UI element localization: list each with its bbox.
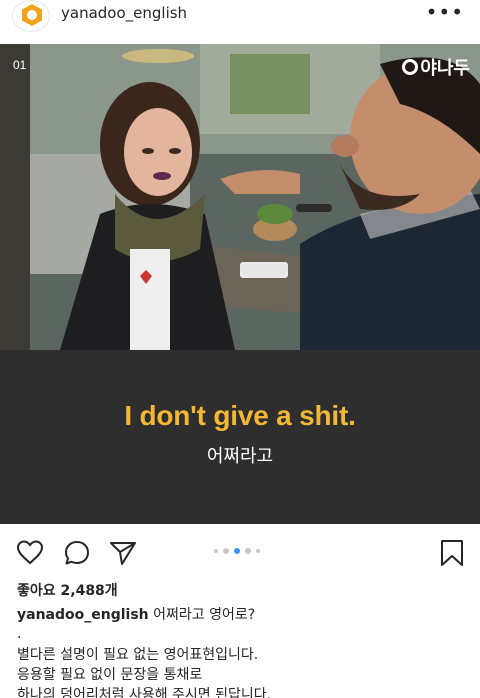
share-icon[interactable] [109, 539, 137, 567]
phrase-card: I don't give a shit. 어쩌라고 [0, 350, 480, 524]
caption-username[interactable]: yanadoo_english [17, 607, 149, 623]
more-options-icon[interactable]: ••• [426, 0, 464, 24]
photo-illustration [0, 44, 480, 350]
comment-icon[interactable] [63, 539, 91, 567]
brand-ring-icon [402, 59, 419, 75]
profile-avatar[interactable] [12, 0, 50, 32]
korean-phrase: 어쩌라고 [206, 446, 274, 467]
likes-count[interactable]: 좋아요 2,488개 [17, 580, 118, 600]
post-photo: 01 야나두 [0, 44, 480, 350]
caption-title-line: yanadoo_english 어쩌라고 영어로? [17, 604, 255, 624]
slide-number: 01 [13, 58, 27, 72]
profile-logo-icon [22, 4, 42, 26]
bookmark-icon[interactable] [438, 539, 466, 567]
carousel-dot [214, 549, 218, 553]
caption-line-2: 응용할 필요 없이 문장을 통채로 [17, 667, 203, 683]
brand-logo: 야나두 [402, 54, 470, 80]
caption-dot: . [17, 626, 22, 642]
carousel-dot [256, 549, 260, 553]
caption-line-3: 하나의 덩어리처럼 사용해 주시면 된답니다. [17, 687, 272, 698]
caption-line-1: 별다른 설명이 필요 없는 영어표현입니다. [17, 647, 259, 663]
carousel-dot [245, 548, 251, 554]
post-header: yanadoo_english ••• [0, 0, 480, 44]
caption-title: 어쩌라고 영어로? [153, 607, 256, 623]
brand-text: 야나두 [420, 58, 470, 78]
carousel-dot-active [234, 548, 240, 554]
english-phrase: I don't give a shit. [124, 400, 356, 431]
action-bar [0, 524, 480, 580]
post-username[interactable]: yanadoo_english [61, 4, 187, 22]
carousel-dot [223, 548, 229, 554]
carousel-indicator [214, 548, 260, 554]
heart-icon[interactable] [16, 539, 44, 567]
